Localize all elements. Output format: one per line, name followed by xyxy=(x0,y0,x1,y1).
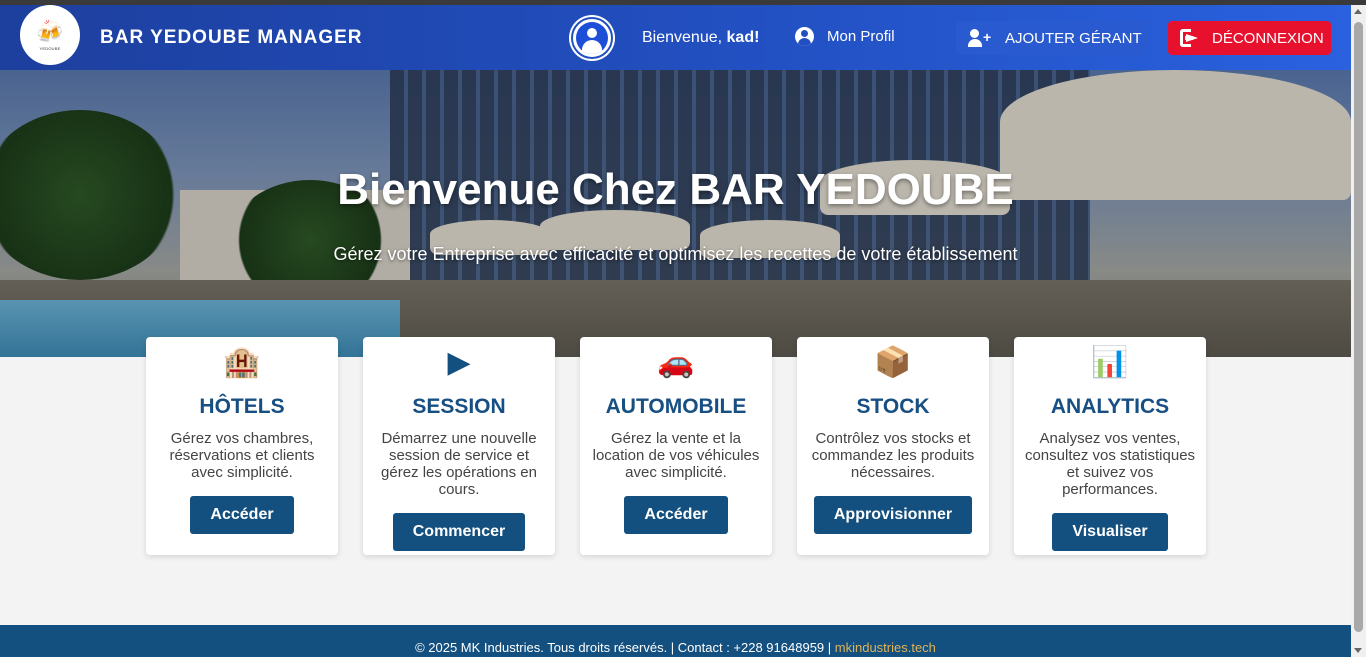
stock-supply-button[interactable]: Approvisionner xyxy=(813,496,973,534)
hero-banner: Bienvenue Chez BAR YEDOUBE Gérez votre E… xyxy=(0,70,1351,357)
footer: © 2025 MK Industries. Tous droits réserv… xyxy=(0,625,1351,657)
username: kad! xyxy=(726,29,760,46)
welcome-prefix: Bienvenue, xyxy=(642,29,723,46)
navbar: 🍻 YEDOUBE BAR YEDOUBE MANAGER Bienvenue,… xyxy=(0,5,1351,70)
brand-title: BAR YEDOUBE MANAGER xyxy=(100,27,363,48)
card-session: ▶ SESSION Démarrez une nouvelle session … xyxy=(363,337,555,555)
logo-text: YEDOUBE xyxy=(39,45,61,51)
car-icon: 🚗 xyxy=(657,346,695,379)
welcome-message: Bienvenue, kad! xyxy=(642,29,759,47)
logout-button[interactable]: DÉCONNEXION xyxy=(1168,21,1331,55)
beer-mugs-icon: 🍻 xyxy=(36,18,64,44)
automobile-access-button[interactable]: Accéder xyxy=(624,496,728,534)
scrollbar-thumb[interactable] xyxy=(1354,22,1363,632)
add-manager-button[interactable]: + AJOUTER GÉRANT xyxy=(956,21,1148,55)
user-avatar[interactable] xyxy=(571,17,613,59)
user-avatar-icon xyxy=(576,22,608,54)
session-start-button[interactable]: Commencer xyxy=(392,513,526,551)
card-description: Analysez vos ventes, consultez vos stati… xyxy=(1024,430,1196,498)
footer-text: © 2025 MK Industries. Tous droits réserv… xyxy=(415,640,832,655)
card-stock: 📦 STOCK Contrôlez vos stocks et commande… xyxy=(797,337,989,555)
card-title: SESSION xyxy=(412,395,506,418)
analytics-view-button[interactable]: Visualiser xyxy=(1052,513,1168,551)
hotels-access-button[interactable]: Accéder xyxy=(190,496,294,534)
chart-icon: 📊 xyxy=(1091,346,1129,379)
hero-title: Bienvenue Chez BAR YEDOUBE xyxy=(337,165,1014,214)
add-manager-label: AJOUTER GÉRANT xyxy=(1005,29,1142,47)
card-description: Gérez vos chambres, réservations et clie… xyxy=(169,430,315,481)
hero-subtitle: Gérez votre Entreprise avec efficacité e… xyxy=(333,244,1018,264)
card-title: STOCK xyxy=(856,395,930,418)
profile-label: Mon Profil xyxy=(827,28,895,45)
user-circle-icon xyxy=(795,27,814,46)
card-analytics: 📊 ANALYTICS Analysez vos ventes, consult… xyxy=(1014,337,1206,555)
card-title: HÔTELS xyxy=(199,395,285,418)
card-hotels: 🏨 HÔTELS Gérez vos chambres, réservation… xyxy=(146,337,338,555)
card-description: Gérez la vente et la location de vos véh… xyxy=(592,430,760,481)
card-title: ANALYTICS xyxy=(1050,395,1170,418)
play-icon: ▶ xyxy=(447,346,471,379)
logout-label: DÉCONNEXION xyxy=(1212,29,1324,47)
card-title: AUTOMOBILE xyxy=(605,395,747,418)
scroll-down-icon[interactable] xyxy=(1354,648,1362,653)
page-scrollbar[interactable] xyxy=(1351,5,1366,657)
footer-website-link[interactable]: mkindustries.tech xyxy=(835,640,936,655)
box-icon: 📦 xyxy=(874,346,912,379)
logo[interactable]: 🍻 YEDOUBE xyxy=(20,5,80,65)
sign-out-icon xyxy=(1180,29,1200,47)
user-plus-icon: + xyxy=(968,28,994,48)
card-automobile: 🚗 AUTOMOBILE Gérez la vente et la locati… xyxy=(580,337,772,555)
hotel-icon: 🏨 xyxy=(223,346,261,379)
card-description: Démarrez une nouvelle session de service… xyxy=(381,430,537,498)
card-description: Contrôlez vos stocks et commandez les pr… xyxy=(811,430,975,481)
scroll-up-icon[interactable] xyxy=(1354,9,1362,14)
profile-link[interactable]: Mon Profil xyxy=(795,27,895,46)
